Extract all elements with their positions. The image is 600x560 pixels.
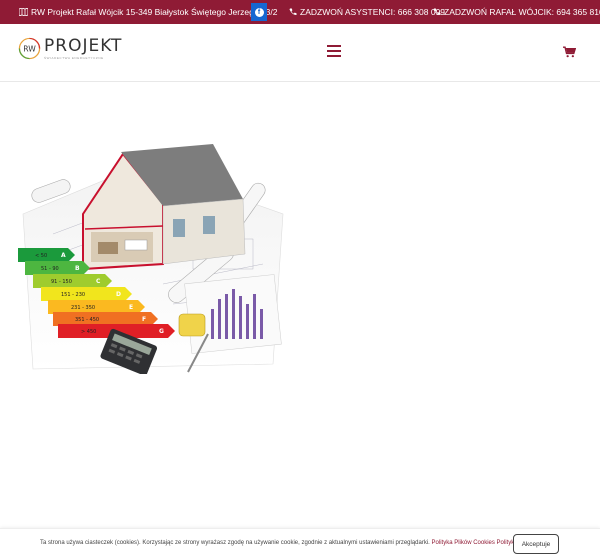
phone-rafal-text: ZADZWOŃ RAFAŁ WÓJCIK: 694 365 816 <box>444 7 600 17</box>
svg-text:A: A <box>61 252 66 259</box>
phone-rafal-link[interactable]: ZADZWOŃ RAFAŁ WÓJCIK: 694 365 816 <box>433 7 600 17</box>
svg-text:E: E <box>129 304 133 311</box>
site-logo[interactable]: RW PROJEKT ŚWIADECTWA ENERGETYCZNE <box>18 37 122 60</box>
svg-text:231 - 350: 231 - 350 <box>71 305 95 311</box>
cart-icon[interactable] <box>563 46 576 58</box>
svg-text:< 50: < 50 <box>35 253 47 259</box>
svg-text:F: F <box>142 316 146 323</box>
top-bar: RW Projekt Rafał Wójcik 15-349 Białystok… <box>0 0 600 24</box>
logo-wordmark: PROJEKT <box>44 36 123 56</box>
logo-tagline: ŚWIADECTWA ENERGETYCZNE <box>44 56 104 60</box>
phone-assistant-link[interactable]: ZADZWOŃ ASYSTENCI: 666 308 099 <box>289 7 445 17</box>
address-text: RW Projekt Rafał Wójcik 15-349 Białystok… <box>31 7 278 17</box>
cookie-banner: Ta strona używa ciasteczek (cookies). Ko… <box>0 528 600 560</box>
logo-mark-icon: RW <box>18 37 41 60</box>
phone-assistant-text: ZADZWOŃ ASYSTENCI: 666 308 099 <box>300 7 446 17</box>
svg-text:RW: RW <box>23 44 36 53</box>
cookie-accept-button[interactable]: Akceptuje <box>513 534 559 554</box>
hamburger-menu-icon[interactable] <box>327 45 341 58</box>
svg-text:> 450: > 450 <box>81 329 96 335</box>
cookie-text-wrap: Ta strona używa ciasteczek (cookies). Ko… <box>40 540 551 546</box>
facebook-icon: f <box>254 7 264 17</box>
svg-text:51 - 90: 51 - 90 <box>41 266 59 272</box>
svg-text:351 - 450: 351 - 450 <box>75 317 99 323</box>
svg-text:D: D <box>116 291 121 298</box>
svg-text:G: G <box>159 328 164 335</box>
phone-icon <box>433 8 441 16</box>
cookie-text: Ta strona używa ciasteczek (cookies). Ko… <box>40 540 430 546</box>
phone-icon <box>289 8 297 16</box>
address-info: RW Projekt Rafał Wójcik 15-349 Białystok… <box>19 7 277 17</box>
svg-text:91 - 150: 91 - 150 <box>51 279 72 285</box>
svg-text:C: C <box>96 278 101 285</box>
svg-text:151 - 230: 151 - 230 <box>61 292 85 298</box>
map-icon <box>19 8 28 16</box>
site-header: RW PROJEKT ŚWIADECTWA ENERGETYCZNE <box>0 24 600 82</box>
svg-text:B: B <box>75 265 80 272</box>
facebook-button[interactable]: f <box>251 3 267 21</box>
hero-image: < 50 51 - 90 91 - 150 151 - 230 231 - 35… <box>13 144 285 374</box>
